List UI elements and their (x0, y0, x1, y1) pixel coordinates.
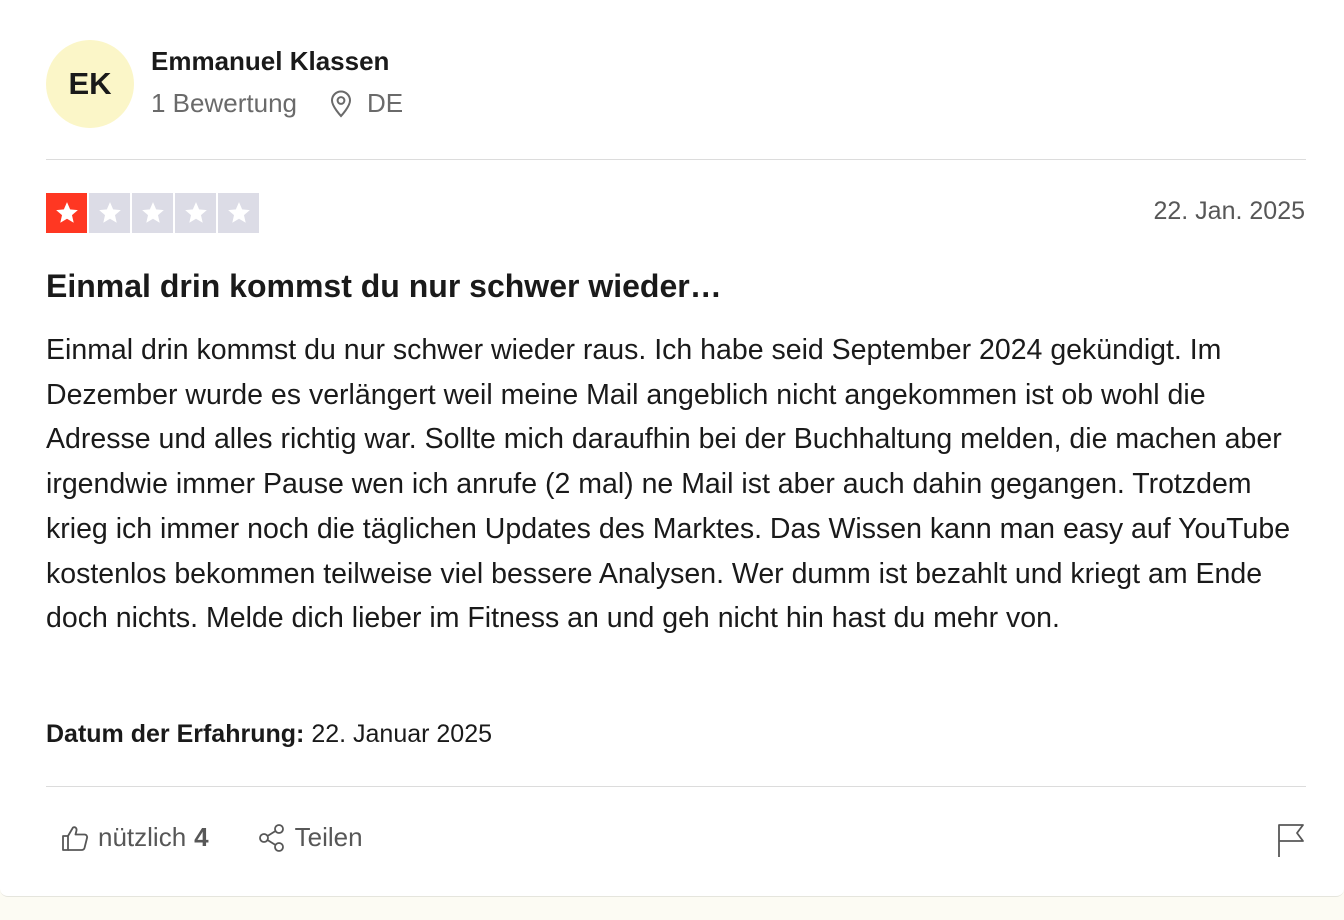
useful-button[interactable]: nützlich 4 (60, 822, 209, 853)
experience-date: Datum der Erfahrung: 22. Januar 2025 (46, 720, 492, 749)
star-icon (141, 202, 164, 223)
divider (46, 786, 1306, 787)
review-date: 22. Jan. 2025 (1153, 197, 1305, 225)
avatar-initials: EK (68, 66, 112, 101)
review-body: Einmal drin kommst du nur schwer wieder … (46, 334, 1291, 635)
thumbs-up-icon (62, 825, 89, 851)
share-label: Teilen (294, 822, 363, 852)
reviewer-name[interactable]: Emmanuel Klassen (151, 46, 389, 77)
location-pin-icon (329, 90, 353, 118)
review-count: 1 Bewertung (151, 88, 297, 118)
star-rating (46, 193, 259, 233)
star-icon (55, 202, 78, 223)
share-button[interactable]: Teilen (257, 822, 363, 853)
review-actions: nützlich 4 Teilen (60, 822, 363, 853)
reviewer-meta: 1 Bewertung DE (151, 88, 403, 119)
useful-label: nützlich (98, 822, 187, 852)
star-icon (227, 202, 250, 223)
star-empty (175, 193, 216, 233)
experience-label: Datum der Erfahrung: (46, 720, 305, 748)
flag-icon (1278, 824, 1304, 857)
star-empty (132, 193, 173, 233)
star-filled (46, 193, 87, 233)
reviewer-country: DE (366, 88, 404, 118)
review-title[interactable]: Einmal drin kommst du nur schwer wieder… (46, 268, 722, 305)
divider (46, 159, 1306, 160)
useful-count: 4 (194, 822, 209, 852)
avatar[interactable]: EK (46, 40, 134, 128)
review-card: EK Emmanuel Klassen 1 Bewertung DE 22. J… (0, 0, 1344, 897)
experience-value: 22. Januar 2025 (311, 720, 493, 748)
share-icon (258, 823, 284, 852)
flag-button[interactable] (1276, 822, 1306, 863)
star-icon (98, 202, 121, 223)
star-empty (89, 193, 130, 233)
star-icon (184, 202, 207, 223)
star-empty (218, 193, 259, 233)
